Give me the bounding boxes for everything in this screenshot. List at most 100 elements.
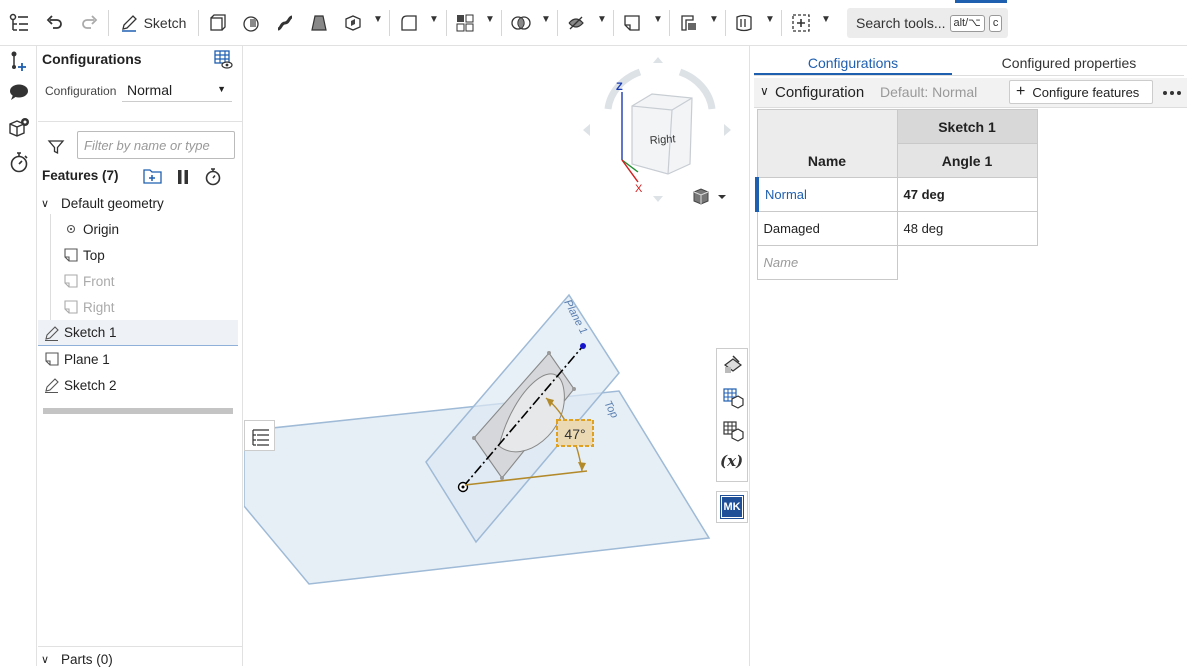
toolbar-divider xyxy=(446,10,447,36)
mk-app-button[interactable]: MK xyxy=(716,491,748,523)
configuration-table-visibility-icon[interactable] xyxy=(214,50,234,73)
fillet-icon[interactable] xyxy=(397,9,421,37)
configurations-panel-title: Configurations xyxy=(42,51,142,67)
list-button[interactable] xyxy=(244,420,275,451)
divider xyxy=(38,646,243,647)
parts-section-header[interactable]: ∨ Parts (0) xyxy=(41,648,113,670)
add-custom-feature-icon[interactable] xyxy=(789,9,813,37)
configure-features-button[interactable]: + Configure features xyxy=(1009,80,1153,104)
tree-item-label: Sketch 1 xyxy=(64,325,117,340)
left-icon-rail xyxy=(0,46,37,666)
parameter-column-header: Angle 1 xyxy=(896,143,1038,178)
chevron-down-icon[interactable]: ▼ xyxy=(653,14,663,25)
tree-item-top-plane[interactable]: Top xyxy=(63,242,105,268)
configuration-select[interactable]: Normal ▼ xyxy=(122,78,232,102)
chevron-down-icon[interactable]: ▼ xyxy=(541,14,551,25)
view-options-cube-icon[interactable] xyxy=(692,188,728,209)
tree-guide-line xyxy=(50,214,51,326)
undo-icon[interactable] xyxy=(44,9,66,37)
config-name-cell[interactable]: Normal xyxy=(755,177,898,212)
search-tools-input[interactable]: Search tools... alt/⌥ c xyxy=(847,8,1008,38)
config-value-cell[interactable]: 48 deg xyxy=(896,211,1038,246)
toolbar-divider xyxy=(725,10,726,36)
tree-item-right-plane[interactable]: Right xyxy=(63,294,115,320)
tree-item-front-plane[interactable]: Front xyxy=(63,268,115,294)
toolbar-divider xyxy=(108,10,109,36)
tree-item-sketch-2[interactable]: Sketch 2 xyxy=(44,372,117,398)
active-indicator xyxy=(955,0,1007,3)
graphics-viewport[interactable]: Top Plane 1 47° Z X Right (x) MK xyxy=(244,46,748,666)
chevron-down-icon[interactable]: ▼ xyxy=(597,14,607,25)
origin-icon xyxy=(66,224,76,234)
mate-connector-icon[interactable] xyxy=(7,49,31,73)
tree-folder-default-geometry[interactable]: ∨ Default geometry xyxy=(41,190,164,216)
pencil-icon xyxy=(121,15,137,32)
tree-item-label: Front xyxy=(83,273,115,289)
render-mode-icon[interactable] xyxy=(721,353,745,380)
extrude-icon[interactable] xyxy=(205,9,229,37)
plane-icon xyxy=(64,300,78,314)
sweep-icon[interactable] xyxy=(273,9,297,37)
chevron-down-icon[interactable]: ▼ xyxy=(765,14,775,25)
boolean-icon[interactable] xyxy=(509,9,533,37)
rollback-bar[interactable] xyxy=(43,408,233,414)
configured-view-icon[interactable] xyxy=(721,419,745,446)
table-row[interactable]: Normal 47 deg xyxy=(755,177,1038,212)
section-title: Configuration xyxy=(775,84,865,101)
toolbar-divider xyxy=(669,10,670,36)
thicken-icon[interactable] xyxy=(341,9,365,37)
feature-list-icon[interactable] xyxy=(6,9,32,37)
comments-icon[interactable] xyxy=(7,80,31,104)
search-tools-placeholder: Search tools... xyxy=(856,15,946,31)
plane-icon[interactable] xyxy=(620,9,644,37)
sheet-metal-icon[interactable] xyxy=(677,9,701,37)
chevron-down-icon: ∨ xyxy=(41,197,50,210)
more-options-icon[interactable] xyxy=(1161,85,1183,104)
surface-icon[interactable] xyxy=(732,9,756,37)
section-default: Default: Normal xyxy=(880,84,978,100)
feature-panel: Configurations Configuration Normal ▼ Fe… xyxy=(38,46,243,667)
chevron-down-icon[interactable]: ▼ xyxy=(709,14,719,25)
view-cube-right-face: Right xyxy=(649,133,675,147)
chevron-down-icon[interactable]: ▼ xyxy=(821,14,831,25)
pattern-icon[interactable] xyxy=(453,9,477,37)
toolbar-divider xyxy=(389,10,390,36)
chevron-down-icon[interactable]: ▼ xyxy=(485,14,495,25)
redo-icon[interactable] xyxy=(78,9,100,37)
tab-configured-properties[interactable]: Configured properties xyxy=(964,50,1174,76)
stopwatch-icon[interactable] xyxy=(7,150,31,174)
angle-dimension-value: 47° xyxy=(564,426,585,442)
config-value-cell[interactable]: 47 deg xyxy=(896,177,1038,212)
tree-item-plane-1[interactable]: Plane 1 xyxy=(44,346,110,372)
section-view-icon[interactable] xyxy=(721,386,745,413)
viewport-side-toolbar: (x) xyxy=(716,348,748,482)
tree-item-sketch-1[interactable]: Sketch 1 xyxy=(38,320,238,346)
sketch-button[interactable]: Sketch xyxy=(116,9,190,37)
line-endpoint[interactable] xyxy=(580,343,586,349)
tree-item-origin[interactable]: Origin xyxy=(66,216,119,242)
tree-item-label: Plane 1 xyxy=(64,351,110,367)
new-config-name-cell[interactable]: Name xyxy=(756,245,898,280)
configuration-select-value: Normal xyxy=(127,81,173,98)
empty-cell xyxy=(897,246,1037,280)
variable-table-icon[interactable]: (x) xyxy=(720,452,743,470)
shortcut-key: alt/⌥ xyxy=(949,14,985,32)
configurations-icon[interactable] xyxy=(7,116,31,140)
plus-icon: + xyxy=(1016,83,1026,100)
revolve-icon[interactable] xyxy=(239,9,263,37)
filter-icon[interactable] xyxy=(47,138,65,159)
stopwatch-icon[interactable] xyxy=(203,167,223,190)
axis-x-label: X xyxy=(635,183,643,195)
table-row[interactable]: Damaged 48 deg xyxy=(756,211,1038,246)
configuration-section-header[interactable]: ∨ Configuration Default: Normal + Config… xyxy=(754,78,1187,108)
split-icon[interactable] xyxy=(564,9,588,37)
filter-input[interactable] xyxy=(77,131,235,159)
add-folder-icon[interactable] xyxy=(142,166,164,189)
config-name-cell[interactable]: Damaged xyxy=(756,211,898,246)
chevron-down-icon[interactable]: ▼ xyxy=(373,14,383,25)
loft-icon[interactable] xyxy=(307,9,331,37)
rollback-pause-icon[interactable] xyxy=(175,169,191,188)
chevron-down-icon: ∨ xyxy=(760,84,769,98)
chevron-down-icon[interactable]: ▼ xyxy=(429,14,439,25)
table-row-new[interactable]: Name xyxy=(756,245,1037,280)
